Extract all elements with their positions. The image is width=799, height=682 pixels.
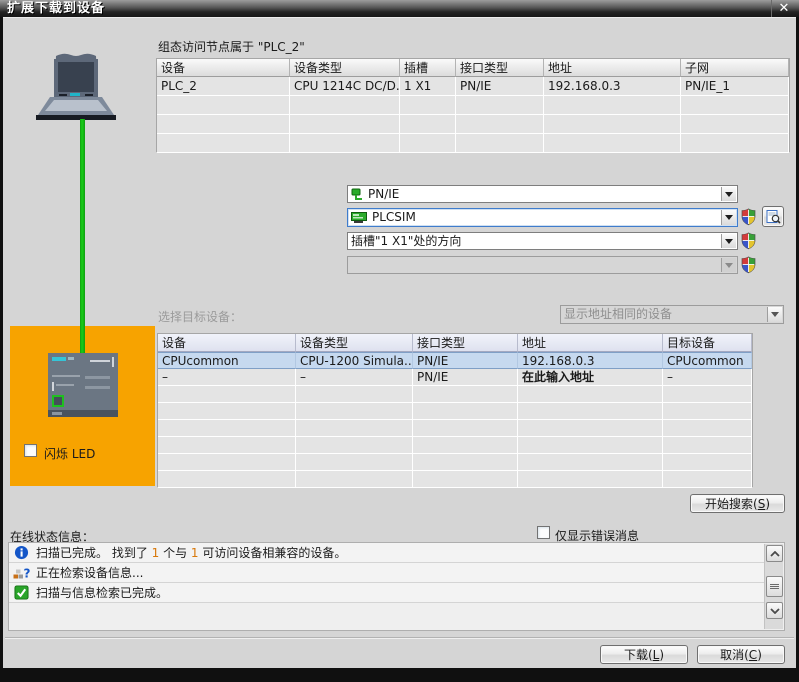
separator xyxy=(5,637,794,639)
close-icon: ✕ xyxy=(778,1,790,16)
table-row-empty xyxy=(158,437,752,454)
filter-value: 显示地址相同的设备 xyxy=(564,307,673,321)
column-header: 地址 xyxy=(544,59,681,77)
shield-flag-icon xyxy=(740,232,757,253)
enter-address-cell[interactable]: 在此输入地址 xyxy=(518,369,663,386)
table-row-empty xyxy=(158,471,752,488)
table-row-empty xyxy=(158,454,752,471)
pgpc-type-value: PN/IE xyxy=(368,186,400,201)
info-icon xyxy=(14,545,29,560)
plc-device-image xyxy=(48,353,118,417)
dropdown-arrow[interactable] xyxy=(767,307,782,322)
column-header: 插槽 xyxy=(400,59,456,77)
pnie-network-icon xyxy=(351,188,364,201)
dropdown-arrow[interactable] xyxy=(721,210,736,225)
dialog-title: 扩展下载到设备 xyxy=(7,1,106,16)
column-header: 子网 xyxy=(681,59,789,77)
network-card-icon xyxy=(351,211,368,224)
column-header: 接口类型 xyxy=(413,334,518,352)
configured-nodes-caption: 组态访问节点属于 "PLC_2" xyxy=(158,40,305,54)
scrollbar[interactable] xyxy=(764,544,783,629)
pgpc-type-combo[interactable]: PN/IE xyxy=(347,185,738,203)
status-row: 扫描与信息检索已完成。 xyxy=(9,583,764,603)
show-devices-filter-combo[interactable]: 显示地址相同的设备 xyxy=(560,305,784,324)
table-row-empty xyxy=(158,403,752,420)
magnifier-window-icon xyxy=(766,210,781,224)
table-row-empty xyxy=(157,134,789,153)
table-row-address-entry[interactable]: – – PN/IE 在此输入地址 – xyxy=(158,369,752,386)
flash-led-label: 闪烁 LED xyxy=(44,447,96,461)
table-row-empty xyxy=(157,96,789,115)
table-row-selected[interactable]: CPUcommon CPU-1200 Simula... PN/IE 192.1… xyxy=(158,352,752,369)
connection-value: 插槽"1 X1"处的方向 xyxy=(351,233,462,248)
cancel-button[interactable]: 取消(C) xyxy=(697,645,785,664)
shield-flag-icon xyxy=(740,256,757,277)
table-row-empty xyxy=(158,420,752,437)
table-row-empty xyxy=(157,115,789,134)
success-check-icon xyxy=(14,585,29,600)
show-accessible-devices-button[interactable] xyxy=(762,206,784,227)
connection-combo[interactable]: 插槽"1 X1"处的方向 xyxy=(347,232,738,250)
connection-cable xyxy=(80,119,85,357)
status-message-list: 扫描已完成。 找到了 1 个与 1 可访问设备相兼容的设备。 ? 正在检索设备信… xyxy=(8,542,785,631)
scroll-down-button[interactable] xyxy=(766,602,783,619)
status-row: 扫描已完成。 找到了 1 个与 1 可访问设备相兼容的设备。 xyxy=(9,543,764,563)
chevron-down-icon xyxy=(769,607,780,614)
only-errors-checkbox[interactable] xyxy=(537,526,550,539)
status-row: ? 正在检索设备信息... xyxy=(9,563,764,583)
dropdown-arrow xyxy=(721,258,736,272)
svg-text:?: ? xyxy=(24,567,31,581)
select-target-label: 选择目标设备： xyxy=(158,310,243,324)
scroll-up-button[interactable] xyxy=(766,545,783,562)
gateway-combo xyxy=(347,256,738,274)
pgpc-interface-combo[interactable]: PLCSIM xyxy=(347,208,738,227)
table-header-row: 设备 设备类型 接口类型 地址 目标设备 xyxy=(158,334,752,352)
connection-cable xyxy=(80,326,85,356)
column-header: 设备类型 xyxy=(296,334,413,352)
pg-laptop-icon xyxy=(36,53,116,120)
column-header: 地址 xyxy=(518,334,663,352)
target-devices-table: 设备 设备类型 接口类型 地址 目标设备 CPUcommon CPU-1200 … xyxy=(157,333,753,488)
dropdown-arrow[interactable] xyxy=(721,187,736,201)
column-header: 设备类型 xyxy=(290,59,400,77)
flash-led-checkbox[interactable] xyxy=(24,444,37,457)
scrollbar-thumb[interactable] xyxy=(766,576,783,597)
dropdown-arrow[interactable] xyxy=(721,234,736,248)
download-button[interactable]: 下载(L) xyxy=(600,645,688,664)
chevron-up-icon xyxy=(769,550,780,557)
dialog-body: 组态访问节点属于 "PLC_2" 设备 设备类型 插槽 接口类型 地址 子网 P… xyxy=(3,17,796,668)
retrieving-info-icon: ? xyxy=(13,567,31,581)
pgpc-interface-value: PLCSIM xyxy=(372,210,416,224)
dialog-titlebar: 扩展下载到设备 ✕ xyxy=(0,0,799,17)
table-row[interactable]: PLC_2 CPU 1214C DC/D... 1 X1 PN/IE 192.1… xyxy=(157,77,789,96)
table-row-empty xyxy=(158,386,752,403)
column-header: 设备 xyxy=(157,59,290,77)
configured-nodes-table: 设备 设备类型 插槽 接口类型 地址 子网 PLC_2 CPU 1214C DC… xyxy=(156,58,790,153)
shield-flag-icon xyxy=(740,208,757,229)
close-button[interactable]: ✕ xyxy=(771,0,796,17)
column-header: 目标设备 xyxy=(663,334,752,352)
column-header: 设备 xyxy=(158,334,296,352)
start-search-button[interactable]: 开始搜索(S) xyxy=(690,494,785,513)
column-header: 接口类型 xyxy=(456,59,544,77)
table-header-row: 设备 设备类型 插槽 接口类型 地址 子网 xyxy=(157,59,789,77)
